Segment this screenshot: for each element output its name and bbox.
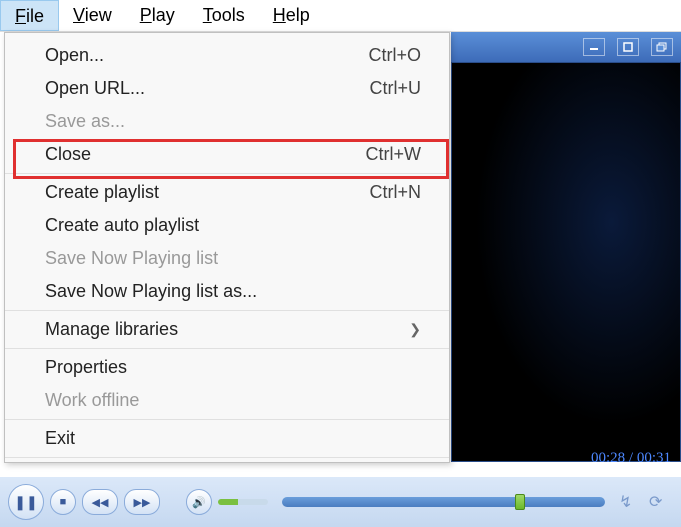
menu-label: Create auto playlist: [45, 215, 199, 236]
menu-item-work-offline: Work offline: [5, 384, 449, 417]
menu-item-save-now-playing: Save Now Playing list: [5, 242, 449, 275]
menu-label: Exit: [45, 428, 75, 449]
menu-item-create-auto-playlist[interactable]: Create auto playlist: [5, 209, 449, 242]
menu-label: Open URL...: [45, 78, 145, 99]
restore-icon: [656, 42, 668, 52]
menu-play[interactable]: Play: [126, 0, 189, 31]
play-pause-button[interactable]: ❚❚: [8, 484, 44, 520]
stop-button[interactable]: ■: [50, 489, 76, 515]
pause-icon: ❚❚: [14, 494, 37, 511]
maximize-icon: [623, 42, 633, 52]
next-button[interactable]: ▶▶: [124, 489, 160, 515]
mute-button[interactable]: 🔊: [186, 489, 212, 515]
titlebar-minimize-button[interactable]: [583, 38, 605, 56]
shuffle-button[interactable]: ↯: [619, 492, 643, 512]
titlebar-maximize-button[interactable]: [617, 38, 639, 56]
repeat-icon: ⟳: [649, 494, 662, 511]
menu-item-close[interactable]: Close Ctrl+W: [5, 138, 449, 171]
menu-item-properties[interactable]: Properties: [5, 351, 449, 384]
menu-label: Save as...: [45, 111, 125, 132]
menu-shortcut: Ctrl+U: [369, 78, 421, 99]
menu-label: Open...: [45, 45, 104, 66]
prev-icon: ◀◀: [92, 496, 109, 509]
menu-label: Close: [45, 144, 91, 165]
speaker-icon: 🔊: [192, 496, 206, 509]
window-titlebar: [451, 32, 681, 62]
menu-shortcut: Ctrl+O: [368, 45, 421, 66]
menu-item-manage-libraries[interactable]: Manage libraries ❯: [5, 313, 449, 346]
titlebar-restore-button[interactable]: [651, 38, 673, 56]
content-area: 00:28 / 00:31 Open... Ctrl+O Open URL...…: [0, 32, 681, 527]
menu-help[interactable]: Help: [259, 0, 324, 31]
menu-file[interactable]: File: [0, 0, 59, 31]
previous-button[interactable]: ◀◀: [82, 489, 118, 515]
menu-shortcut: Ctrl+N: [369, 182, 421, 203]
stop-icon: ■: [60, 496, 67, 508]
file-dropdown-menu: Open... Ctrl+O Open URL... Ctrl+U Save a…: [4, 32, 450, 463]
playback-controls: ❚❚ ■ ◀◀ ▶▶ 🔊 ↯ ⟳: [0, 477, 681, 527]
menu-item-exit[interactable]: Exit: [5, 422, 449, 455]
shuffle-icon: ↯: [619, 494, 632, 511]
menu-label: Manage libraries: [45, 319, 178, 340]
menu-item-open[interactable]: Open... Ctrl+O: [5, 39, 449, 72]
menu-label: Work offline: [45, 390, 139, 411]
menu-label: Create playlist: [45, 182, 159, 203]
menu-tools[interactable]: Tools: [189, 0, 259, 31]
seek-thumb[interactable]: [515, 494, 525, 510]
menu-item-create-playlist[interactable]: Create playlist Ctrl+N: [5, 176, 449, 209]
menu-label: Save Now Playing list as...: [45, 281, 257, 302]
chevron-right-icon: ❯: [409, 321, 421, 338]
playback-time: 00:28 / 00:31: [591, 450, 671, 467]
seek-bar[interactable]: [282, 497, 605, 507]
volume-slider[interactable]: [218, 499, 268, 505]
menu-shortcut: Ctrl+W: [366, 144, 422, 165]
repeat-button[interactable]: ⟳: [649, 492, 673, 512]
menu-item-save-as: Save as...: [5, 105, 449, 138]
menu-item-open-url[interactable]: Open URL... Ctrl+U: [5, 72, 449, 105]
menubar: File View Play Tools Help: [0, 0, 681, 32]
video-content: [452, 63, 680, 461]
next-icon: ▶▶: [134, 496, 151, 509]
menu-item-save-now-playing-as[interactable]: Save Now Playing list as...: [5, 275, 449, 308]
minimize-icon: [589, 43, 599, 51]
menu-label: Properties: [45, 357, 127, 378]
menu-label: Save Now Playing list: [45, 248, 218, 269]
menu-view[interactable]: View: [59, 0, 126, 31]
video-viewport[interactable]: [451, 62, 681, 462]
